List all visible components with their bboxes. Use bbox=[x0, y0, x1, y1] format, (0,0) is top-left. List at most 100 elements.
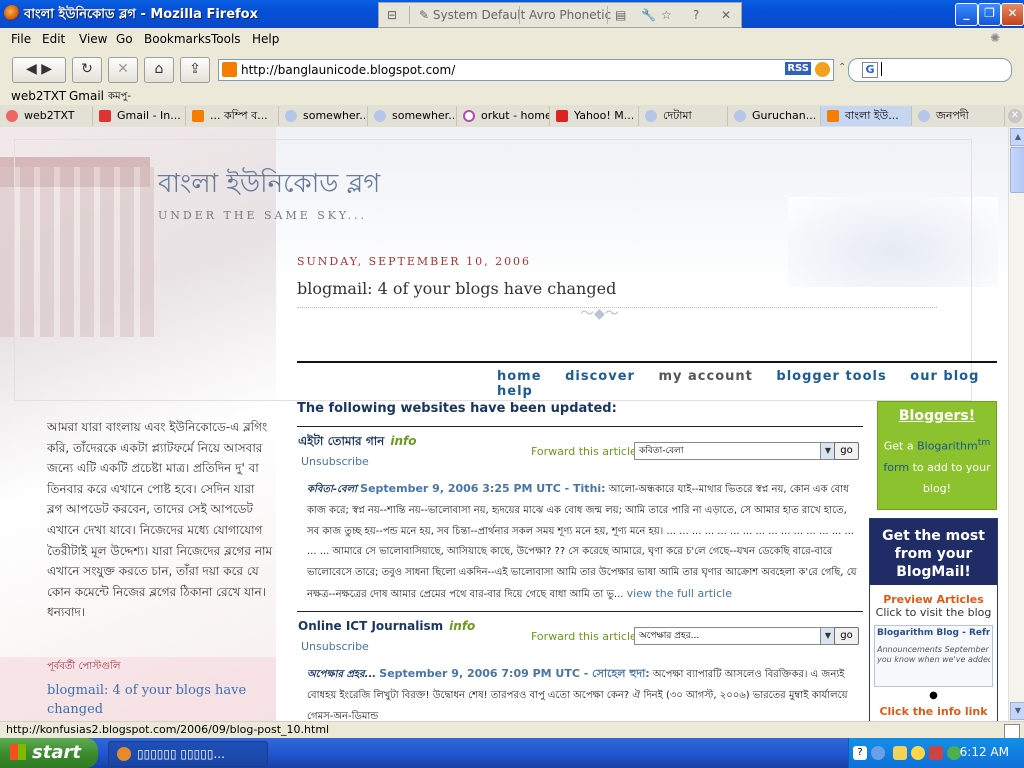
ime-star-icon[interactable]: ☆ bbox=[661, 8, 672, 22]
ime-toolbar: ⊟ ✎ System Default Avro Phonetic ▤ 🔧 ☆ ?… bbox=[378, 2, 742, 28]
tab-web2txt[interactable]: web2TXT bbox=[0, 106, 93, 126]
nav-discover[interactable]: discover bbox=[565, 369, 635, 384]
forward-select[interactable]: অপেক্ষার প্রহর... ▼ bbox=[634, 627, 836, 645]
tab-detama[interactable]: দেটামা bbox=[639, 106, 728, 126]
info-link[interactable]: info bbox=[390, 434, 416, 448]
tab-blogger-1[interactable]: ... কম্পি ব... bbox=[186, 106, 279, 126]
blogger-favicon-icon bbox=[222, 62, 237, 77]
nav-our-blog[interactable]: our blog bbox=[910, 369, 979, 384]
tab-yahoo[interactable]: Yahoo! M... bbox=[550, 106, 639, 126]
tab-gmail[interactable]: Gmail - In... bbox=[93, 106, 186, 126]
taskbar-firefox-item[interactable]: ▯▯▯▯▯▯ ▯▯▯▯▯... bbox=[108, 741, 268, 767]
minimize-button[interactable]: _ bbox=[955, 3, 978, 26]
help-tray-icon[interactable]: ? bbox=[853, 746, 867, 760]
menu-edit[interactable]: Edit bbox=[42, 32, 65, 46]
search-engine-dropdown-icon[interactable]: ⌃ bbox=[838, 62, 846, 73]
stop-icon[interactable]: ✕ bbox=[108, 57, 138, 83]
scroll-up-icon[interactable]: ▲ bbox=[1010, 128, 1024, 146]
info-link[interactable]: info bbox=[449, 619, 475, 633]
carousel-dot-icon[interactable]: ● bbox=[870, 690, 997, 701]
download-icon[interactable]: ⇪ bbox=[180, 57, 210, 83]
nav-my-account[interactable]: my account bbox=[658, 369, 752, 384]
bookmark-web2txt[interactable]: web2TXT bbox=[11, 89, 66, 103]
bookmark-kompu[interactable]: কমপু- bbox=[108, 89, 131, 106]
nav-blogger-tools[interactable]: blogger tools bbox=[776, 369, 886, 384]
gmail-icon bbox=[99, 110, 111, 122]
nav-home[interactable]: home bbox=[497, 369, 542, 384]
search-input[interactable]: G bbox=[848, 58, 1012, 82]
system-tray: ? 6:12 AM bbox=[848, 738, 1024, 768]
blog-title[interactable]: বাংলা ইউনিকোড ব্লগ bbox=[158, 163, 380, 207]
ime-tools-icon[interactable]: 🔧 bbox=[641, 8, 656, 22]
sidebar-post-link[interactable]: blogmail: 4 of your blogs have changed bbox=[47, 681, 247, 719]
chevron-down-icon: ▼ bbox=[820, 443, 835, 459]
globe-icon bbox=[918, 110, 930, 122]
blog-preview-thumbnail[interactable]: Blogarithm Blog - Refresh Refreshment An… bbox=[874, 625, 993, 687]
page-info-icon[interactable] bbox=[1004, 724, 1020, 739]
menu-go[interactable]: Go bbox=[116, 32, 133, 46]
restore-button[interactable]: ❐ bbox=[978, 3, 1001, 26]
start-button[interactable]: start bbox=[0, 738, 98, 768]
reload-icon[interactable]: ↻ bbox=[72, 57, 102, 83]
view-full-article-link[interactable]: view the full article bbox=[627, 587, 732, 600]
text-cursor bbox=[881, 62, 882, 76]
close-window-button[interactable]: ✕ bbox=[1001, 3, 1024, 26]
orkut-icon bbox=[463, 110, 475, 122]
item-excerpt-text: আলো-অন্ধকারে যাই--মাথার ভিতরে স্বপ্ন নয়… bbox=[307, 484, 857, 600]
tab-somewhere-2[interactable]: somewher... bbox=[368, 106, 457, 126]
nav-help[interactable]: help bbox=[497, 384, 533, 399]
bloggers-ad: Bloggers! Get a Blogarithmtm form to add… bbox=[877, 401, 997, 510]
menu-tools[interactable]: Tools bbox=[211, 32, 241, 46]
window-titlebar: বাংলা ইউনিকোড ব্লগ - Mozilla Firefox ⊟ ✎… bbox=[0, 0, 1024, 28]
blogmail-list: The following websites have been updated… bbox=[297, 401, 863, 721]
bookmark-gmail[interactable]: Gmail bbox=[69, 89, 104, 103]
close-tab-icon[interactable]: ✕ bbox=[1008, 109, 1022, 123]
bloggers-ad-title[interactable]: Bloggers! bbox=[878, 408, 996, 424]
tab-guruchan[interactable]: Guruchan... bbox=[728, 106, 821, 126]
firefox-icon bbox=[4, 5, 20, 21]
tab-janapadi[interactable]: জনপদী bbox=[912, 106, 1005, 126]
item-title[interactable]: Online ICT Journalism bbox=[298, 619, 443, 633]
menu-bookmarks[interactable]: Bookmarks bbox=[144, 32, 211, 46]
preview-articles-link[interactable]: Preview Articles bbox=[870, 593, 997, 606]
go-button[interactable]: go bbox=[834, 442, 859, 460]
mail-tray-icon[interactable] bbox=[893, 746, 907, 760]
ime-close-icon[interactable]: ✕ bbox=[721, 8, 731, 22]
status-url: http://konfusias2.blogspot.com/2006/09/b… bbox=[6, 723, 330, 736]
tab-bangla-unicode[interactable]: বাংলা ইউ... bbox=[821, 106, 912, 126]
item-title[interactable]: এইটা তোমার গান bbox=[298, 434, 384, 448]
antivirus-tray-icon[interactable] bbox=[929, 746, 943, 760]
form-link[interactable]: form bbox=[883, 461, 909, 474]
forward-select[interactable]: কবিতা-বেলা ▼ bbox=[634, 442, 836, 460]
item-tag: অপেক্ষার প্রহর... bbox=[307, 669, 377, 680]
go-button[interactable]: go bbox=[834, 627, 859, 645]
blogarithm-link[interactable]: Blogarithm bbox=[917, 440, 978, 453]
bloggers-ad-pre: Get a bbox=[883, 439, 914, 453]
unsubscribe-link[interactable]: Unsubscribe bbox=[301, 640, 369, 653]
menu-view[interactable]: View bbox=[79, 32, 107, 46]
item-tag: কবিতা-বেলা bbox=[307, 484, 357, 495]
tab-somewhere-1[interactable]: somewher... bbox=[279, 106, 368, 126]
messenger-tray-icon[interactable] bbox=[911, 746, 925, 760]
vertical-scrollbar[interactable]: ▲ ▼ bbox=[1008, 127, 1024, 721]
ime-mode-button[interactable]: ✎ System Default bbox=[419, 8, 525, 22]
feed-icon[interactable] bbox=[815, 62, 830, 77]
menu-file[interactable]: File bbox=[11, 32, 31, 46]
click-info-link[interactable]: Click the info link bbox=[870, 705, 997, 718]
back-forward-button[interactable]: ◀ ▶ bbox=[12, 57, 66, 83]
address-bar[interactable]: http://banglaunicode.blogspot.com/ RSS bbox=[218, 59, 834, 81]
ime-handle-icon[interactable]: ⊟ bbox=[387, 8, 397, 22]
scroll-thumb[interactable] bbox=[1010, 147, 1024, 193]
ime-layout-button[interactable]: Avro Phonetic bbox=[529, 8, 611, 22]
unsubscribe-link[interactable]: Unsubscribe bbox=[301, 455, 369, 468]
tab-orkut[interactable]: orkut - home bbox=[457, 106, 550, 126]
scroll-down-icon[interactable]: ▼ bbox=[1010, 702, 1024, 720]
taskbar: start ▯▯▯▯▯▯ ▯▯▯▯▯... ? 6:12 AM bbox=[0, 738, 1024, 768]
ime-keyboard-icon[interactable]: ▤ bbox=[615, 8, 626, 22]
firefox-icon bbox=[117, 747, 131, 761]
menu-help[interactable]: Help bbox=[252, 32, 279, 46]
ime-help-icon[interactable]: ? bbox=[693, 8, 699, 22]
home-icon[interactable]: ⌂ bbox=[144, 57, 174, 83]
tray-expand-icon[interactable] bbox=[871, 746, 885, 760]
rss-icon[interactable]: RSS bbox=[785, 62, 811, 75]
